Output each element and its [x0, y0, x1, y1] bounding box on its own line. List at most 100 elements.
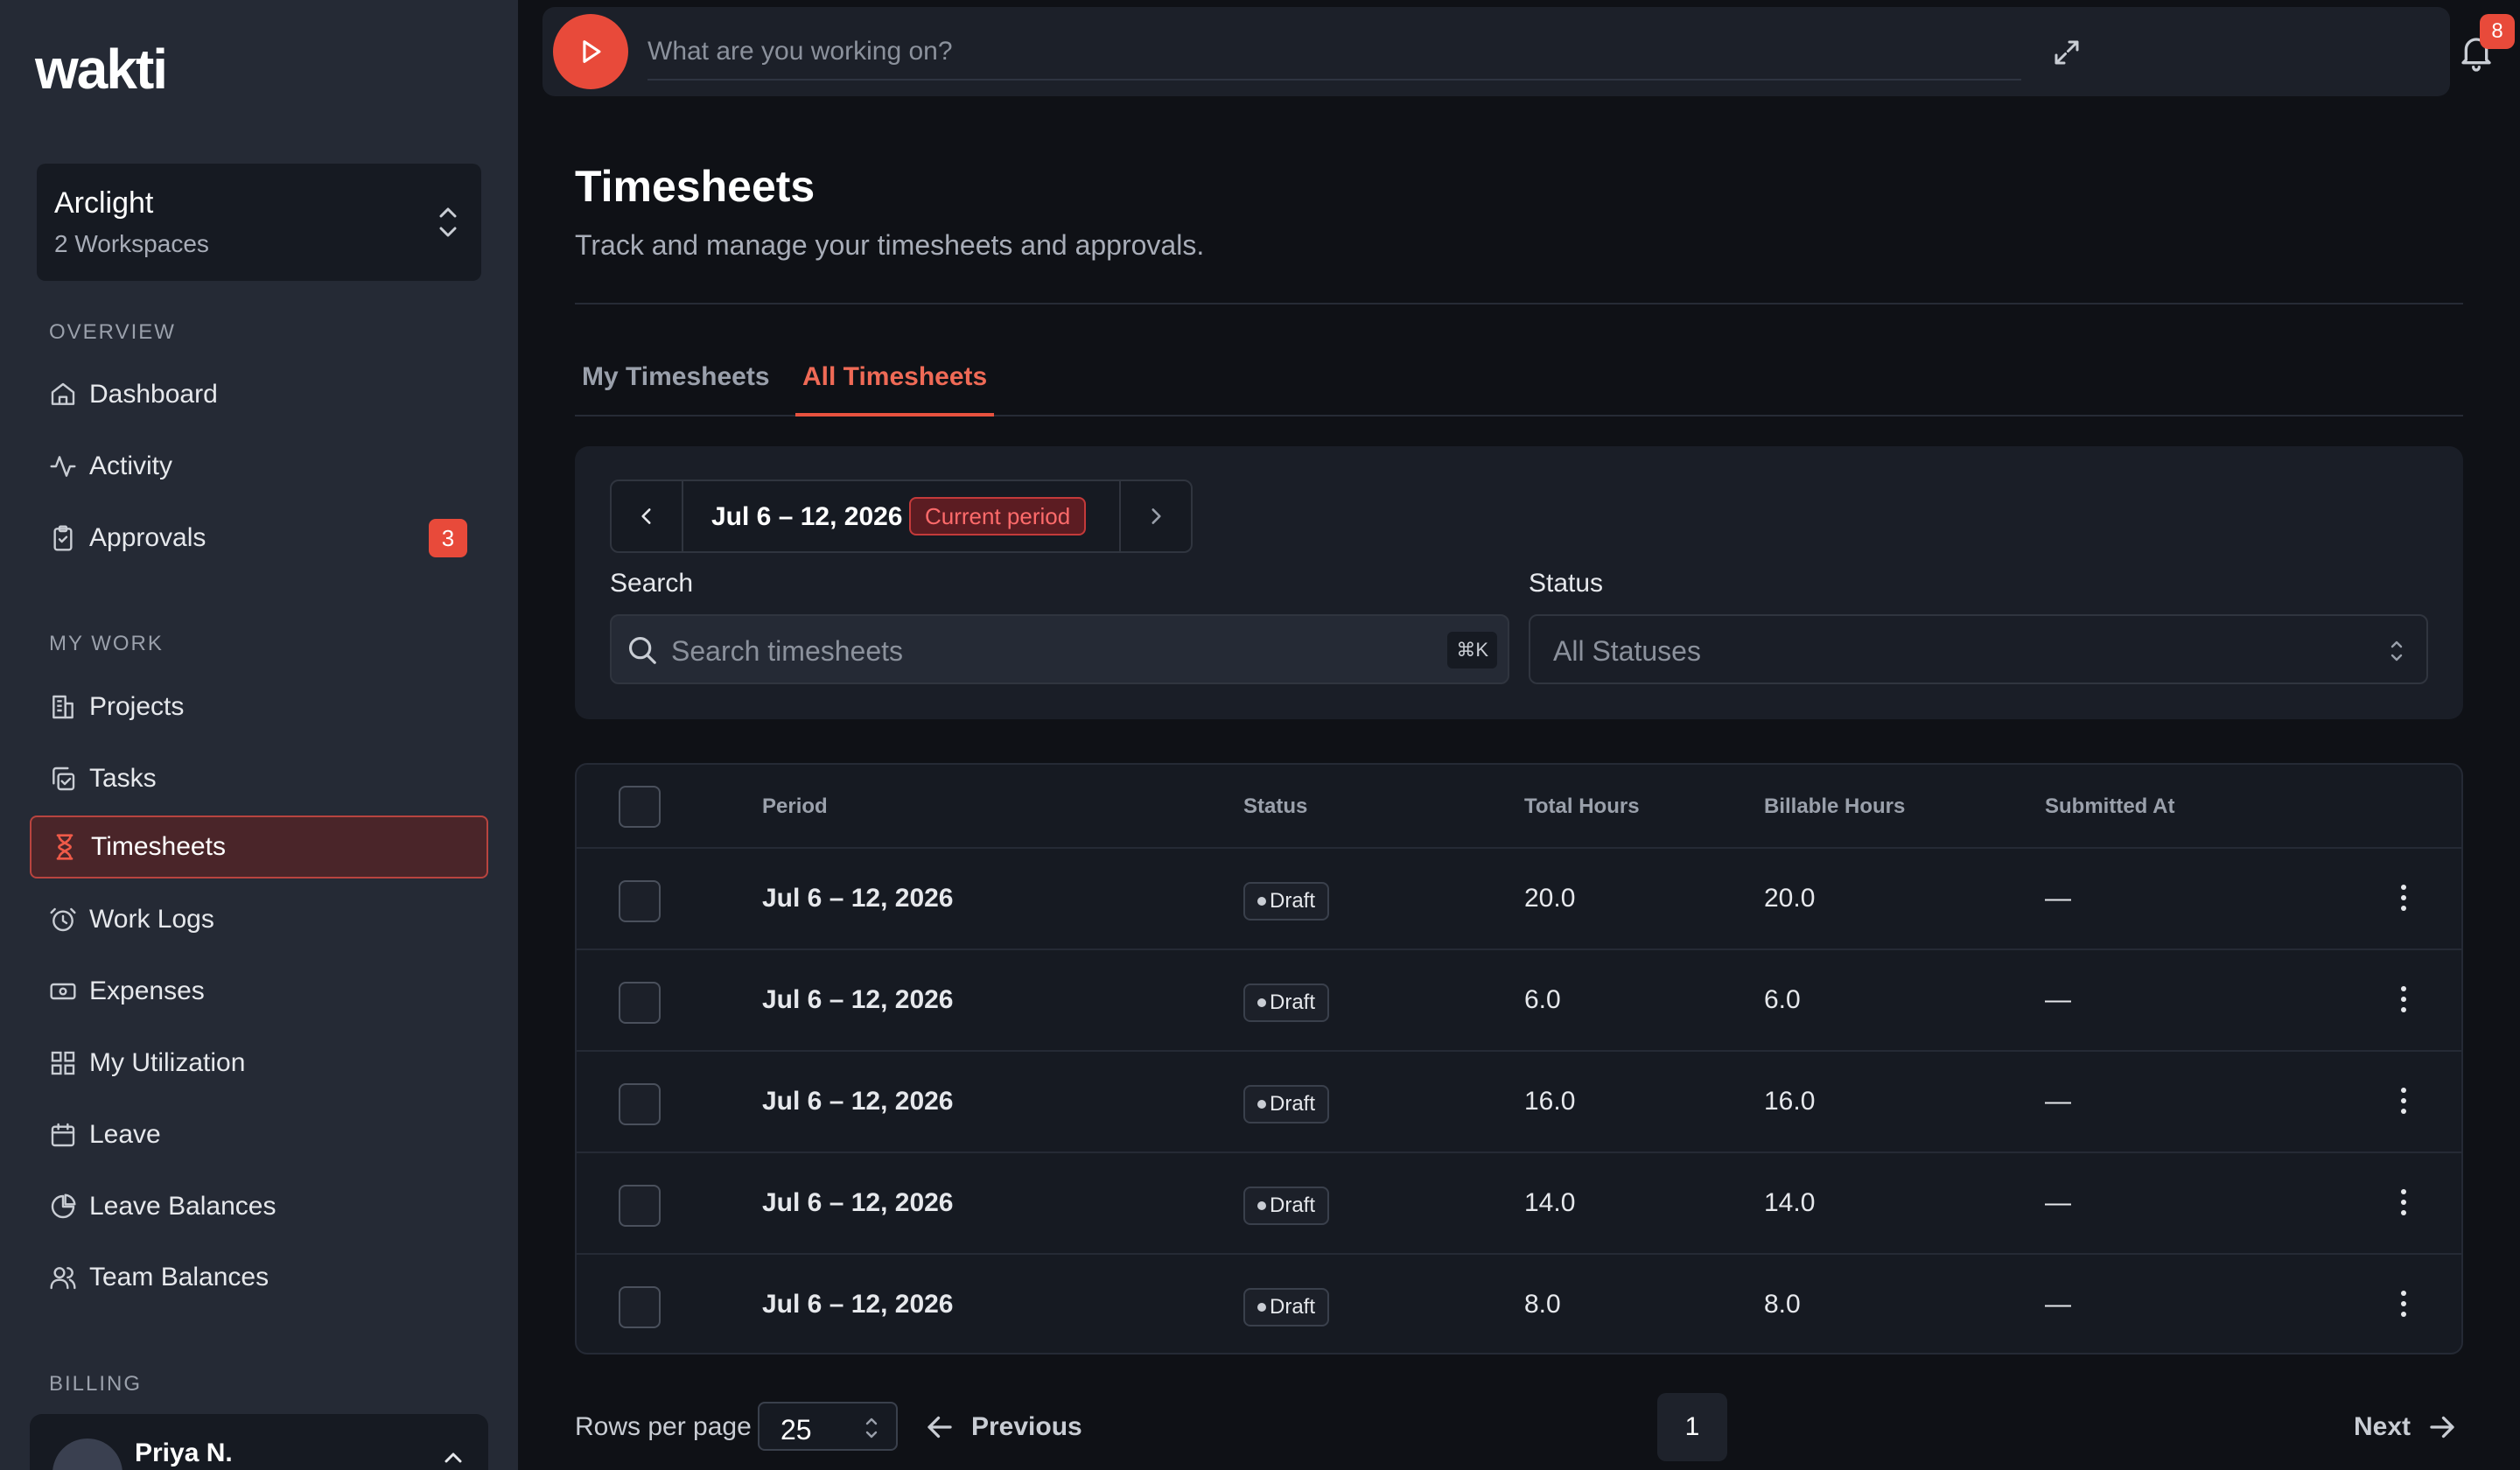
table-row[interactable]: Jul 6 – 12, 2026 Draft 16.0 16.0 — — [577, 1052, 2461, 1153]
rows-per-page-select[interactable]: 25 — [758, 1402, 898, 1451]
cell-period: Jul 6 – 12, 2026 — [762, 1188, 954, 1217]
sidebar-item-work-logs[interactable]: Work Logs — [30, 888, 488, 951]
timer-bar — [542, 7, 2450, 96]
workspace-subtitle: 2 Workspaces — [54, 230, 209, 257]
status-label: Status — [1529, 569, 1604, 598]
tab-all-timesheets[interactable]: All Timesheets — [795, 362, 995, 416]
sidebar-item-leave[interactable]: Leave — [30, 1103, 488, 1166]
cell-total-hours: 6.0 — [1524, 985, 1561, 1014]
row-checkbox[interactable] — [619, 880, 661, 922]
more-vertical-icon[interactable] — [2398, 1185, 2409, 1220]
column-header-submitted-at[interactable]: Submitted At — [2045, 794, 2174, 819]
table-row[interactable]: Jul 6 – 12, 2026 Draft 8.0 8.0 — — [577, 1255, 2461, 1353]
row-checkbox[interactable] — [619, 1083, 661, 1125]
cell-submitted-at: — — [2045, 1290, 2071, 1319]
copy-check-icon — [52, 766, 75, 791]
sidebar-item-label: Projects — [89, 692, 185, 721]
next-page-label: Next — [2354, 1412, 2412, 1441]
sidebar-item-label: Activity — [89, 452, 173, 480]
more-vertical-icon[interactable] — [2398, 1083, 2409, 1118]
sidebar-item-expenses[interactable]: Expenses — [30, 960, 488, 1023]
sidebar-item-approvals[interactable]: Approvals 3 — [30, 507, 488, 570]
search-input[interactable] — [671, 626, 1424, 676]
page-number-button[interactable]: 1 — [1657, 1393, 1727, 1461]
more-vertical-icon[interactable] — [2398, 1286, 2409, 1321]
timer-description-input[interactable] — [648, 24, 2021, 80]
column-header-total-hours[interactable]: Total Hours — [1524, 794, 1640, 819]
cell-total-hours: 14.0 — [1524, 1188, 1576, 1217]
cell-submitted-at: — — [2045, 1087, 2071, 1116]
sidebar-item-dashboard[interactable]: Dashboard — [30, 363, 488, 426]
cell-period: Jul 6 – 12, 2026 — [762, 884, 954, 913]
next-page-button[interactable]: Next — [2354, 1405, 2460, 1449]
row-checkbox[interactable] — [619, 982, 661, 1024]
sidebar-item-tasks[interactable]: Tasks — [30, 747, 488, 810]
user-menu[interactable]: PN Priya N. — [30, 1414, 488, 1470]
section-label-billing: BILLING — [49, 1372, 143, 1396]
period-navigator: Jul 6 – 12, 2026 Current period — [610, 480, 1193, 553]
status-text: Draft — [1270, 1194, 1316, 1217]
rows-per-page-value: 25 — [780, 1414, 812, 1446]
cell-period: Jul 6 – 12, 2026 — [762, 1087, 954, 1116]
app-root: wakti Arclight 2 Workspaces OVERVIEW Das… — [0, 0, 2520, 1470]
cell-period: Jul 6 – 12, 2026 — [762, 1290, 954, 1319]
arrow-right-icon — [2430, 1416, 2454, 1438]
tab-my-timesheets[interactable]: My Timesheets — [575, 362, 777, 416]
users-icon — [50, 1267, 76, 1290]
sidebar-item-activity[interactable]: Activity — [30, 435, 488, 498]
notification-count-badge: 8 — [2480, 14, 2515, 49]
sidebar-item-label: Leave — [89, 1120, 161, 1149]
cell-submitted-at: — — [2045, 1188, 2071, 1217]
table-row[interactable]: Jul 6 – 12, 2026 Draft 6.0 6.0 — — [577, 950, 2461, 1052]
sidebar-item-leave-balances[interactable]: Leave Balances — [30, 1175, 488, 1238]
next-period-button[interactable] — [1119, 481, 1191, 551]
sidebar-item-projects[interactable]: Projects — [30, 676, 488, 738]
table-row[interactable]: Jul 6 – 12, 2026 Draft 20.0 20.0 — — [577, 849, 2461, 950]
section-label-overview: OVERVIEW — [49, 320, 176, 344]
previous-page-button[interactable]: Previous — [922, 1405, 1082, 1449]
calendar-icon — [51, 1123, 75, 1147]
home-icon — [51, 382, 75, 405]
sidebar-item-timesheets[interactable]: Timesheets — [30, 816, 488, 878]
row-checkbox[interactable] — [619, 1286, 661, 1328]
cell-period: Jul 6 – 12, 2026 — [762, 985, 954, 1014]
select-all-checkbox[interactable] — [619, 786, 661, 828]
column-header-status[interactable]: Status — [1243, 794, 1307, 819]
hourglass-icon — [56, 834, 74, 860]
search-label: Search — [610, 569, 694, 598]
cell-total-hours: 8.0 — [1524, 1290, 1561, 1319]
status-dot-icon — [1257, 998, 1266, 1007]
status-select[interactable]: All Statuses — [1529, 614, 2428, 684]
app-logo[interactable]: wakti — [35, 37, 168, 102]
period-label: Jul 6 – 12, 2026 — [711, 502, 903, 531]
column-header-billable-hours[interactable]: Billable Hours — [1764, 794, 1905, 819]
cell-billable-hours: 20.0 — [1764, 884, 1816, 913]
cell-billable-hours: 8.0 — [1764, 1290, 1801, 1319]
more-vertical-icon[interactable] — [2398, 880, 2409, 915]
status-badge: Draft — [1243, 1085, 1330, 1124]
pie-chart-icon — [51, 1194, 76, 1219]
column-header-period[interactable]: Period — [762, 794, 828, 819]
more-vertical-icon[interactable] — [2398, 982, 2409, 1017]
building-icon — [52, 695, 74, 719]
current-period-badge: Current period — [909, 497, 1087, 536]
sidebar-item-team-balances[interactable]: Team Balances — [30, 1246, 488, 1309]
chevron-up-down-icon — [865, 1418, 878, 1438]
previous-page-label: Previous — [971, 1412, 1082, 1441]
sidebar-item-label: Work Logs — [89, 905, 214, 934]
sidebar-item-label: Expenses — [89, 976, 205, 1005]
row-checkbox[interactable] — [619, 1185, 661, 1227]
table-row[interactable]: Jul 6 – 12, 2026 Draft 14.0 14.0 — — [577, 1153, 2461, 1255]
start-timer-button[interactable] — [553, 14, 628, 89]
workspace-switcher[interactable]: Arclight 2 Workspaces — [37, 164, 481, 281]
sidebar-item-my-utilization[interactable]: My Utilization — [30, 1032, 488, 1095]
avatar: PN — [52, 1438, 122, 1470]
search-box: ⌘K — [610, 614, 1509, 684]
search-shortcut-hint: ⌘K — [1447, 632, 1497, 668]
status-text: Draft — [1270, 889, 1316, 913]
status-dot-icon — [1257, 1303, 1266, 1312]
page-subtitle: Track and manage your timesheets and app… — [575, 229, 1205, 261]
previous-period-button[interactable] — [612, 481, 683, 551]
expand-icon[interactable] — [2051, 37, 2082, 68]
user-name: Priya N. — [135, 1438, 233, 1467]
